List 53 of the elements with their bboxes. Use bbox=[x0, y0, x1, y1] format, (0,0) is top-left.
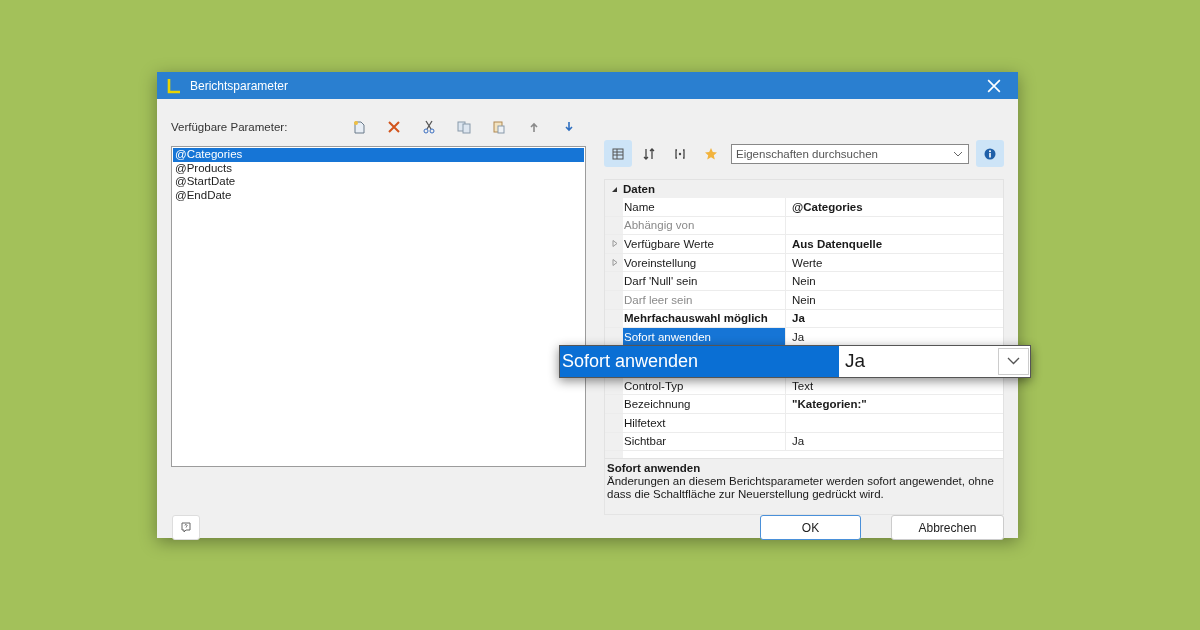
help-button[interactable] bbox=[172, 515, 200, 540]
property-label[interactable]: Mehrfachauswahl möglich bbox=[623, 309, 786, 328]
property-value: Werte bbox=[791, 256, 824, 269]
categorized-view-button[interactable] bbox=[604, 140, 632, 167]
property-label[interactable]: Name bbox=[623, 198, 786, 216]
property-value: Ja bbox=[791, 330, 806, 343]
paste-icon bbox=[491, 119, 506, 134]
grid-icon bbox=[611, 146, 625, 161]
property-label[interactable]: Hilfetext bbox=[623, 413, 786, 432]
chevron-down-icon bbox=[1007, 357, 1020, 366]
delete-icon bbox=[386, 119, 401, 134]
property-value: "Kategorien:" bbox=[791, 398, 868, 411]
property-value: Ja bbox=[845, 350, 866, 373]
dialog-button[interactable]: OK bbox=[760, 515, 861, 540]
braces-icon bbox=[673, 146, 687, 161]
property-value: @Categories bbox=[791, 200, 864, 213]
cut-icon bbox=[421, 119, 436, 134]
parameter-item[interactable]: @Categories bbox=[173, 148, 584, 162]
dialog-button[interactable]: Abbrechen bbox=[891, 515, 1004, 540]
star-icon bbox=[704, 146, 718, 161]
property-label[interactable]: Sichtbar bbox=[623, 432, 786, 451]
property-label[interactable]: Darf 'Null' sein bbox=[623, 272, 786, 290]
property-value: Nein bbox=[791, 275, 817, 288]
property-value: Ja bbox=[791, 435, 806, 448]
document-icon bbox=[351, 119, 366, 134]
property-value: Text bbox=[791, 379, 815, 392]
property-label[interactable]: Verfügbare Werte bbox=[623, 235, 786, 253]
property-label[interactable]: Voreinstellung bbox=[623, 253, 786, 272]
parameter-item[interactable]: @Products bbox=[173, 161, 584, 175]
property-label: Sofort anwenden bbox=[560, 345, 839, 377]
sort-icon bbox=[642, 146, 656, 161]
category-label: Daten bbox=[623, 183, 655, 195]
description-title: Sofort anwenden bbox=[607, 462, 702, 474]
parameters-label: Verfügbare Parameter: bbox=[171, 120, 289, 133]
close-icon bbox=[987, 78, 1001, 93]
chevron-down-icon bbox=[953, 150, 963, 157]
dropdown-button[interactable] bbox=[998, 347, 1029, 375]
search-field[interactable]: Eigenschaften durchsuchen bbox=[731, 143, 969, 164]
window-title: Berichtsparameter bbox=[190, 78, 290, 93]
property-label[interactable]: Control-Typ bbox=[623, 376, 786, 395]
property-label[interactable]: Bezeichnung bbox=[623, 395, 786, 413]
help-icon bbox=[180, 521, 192, 534]
info-button[interactable] bbox=[976, 140, 1004, 167]
parameter-item[interactable]: @EndDate bbox=[173, 188, 584, 202]
description-text: Änderungen an diesem Berichtsparameter werden sofort angewendet, ohne dass die Schaltfläche zur Neuerstellung gedrückt wird. bbox=[607, 475, 995, 501]
parameter-item[interactable]: @StartDate bbox=[173, 175, 584, 189]
property-label[interactable]: Sofort anwenden bbox=[623, 328, 786, 346]
property-value: Ja bbox=[791, 312, 806, 325]
property-value: Nein bbox=[791, 293, 817, 306]
logo-icon bbox=[167, 77, 181, 94]
copy-icon bbox=[456, 119, 471, 134]
property-value: Aus Datenquelle bbox=[791, 238, 884, 250]
info-icon bbox=[984, 147, 996, 160]
